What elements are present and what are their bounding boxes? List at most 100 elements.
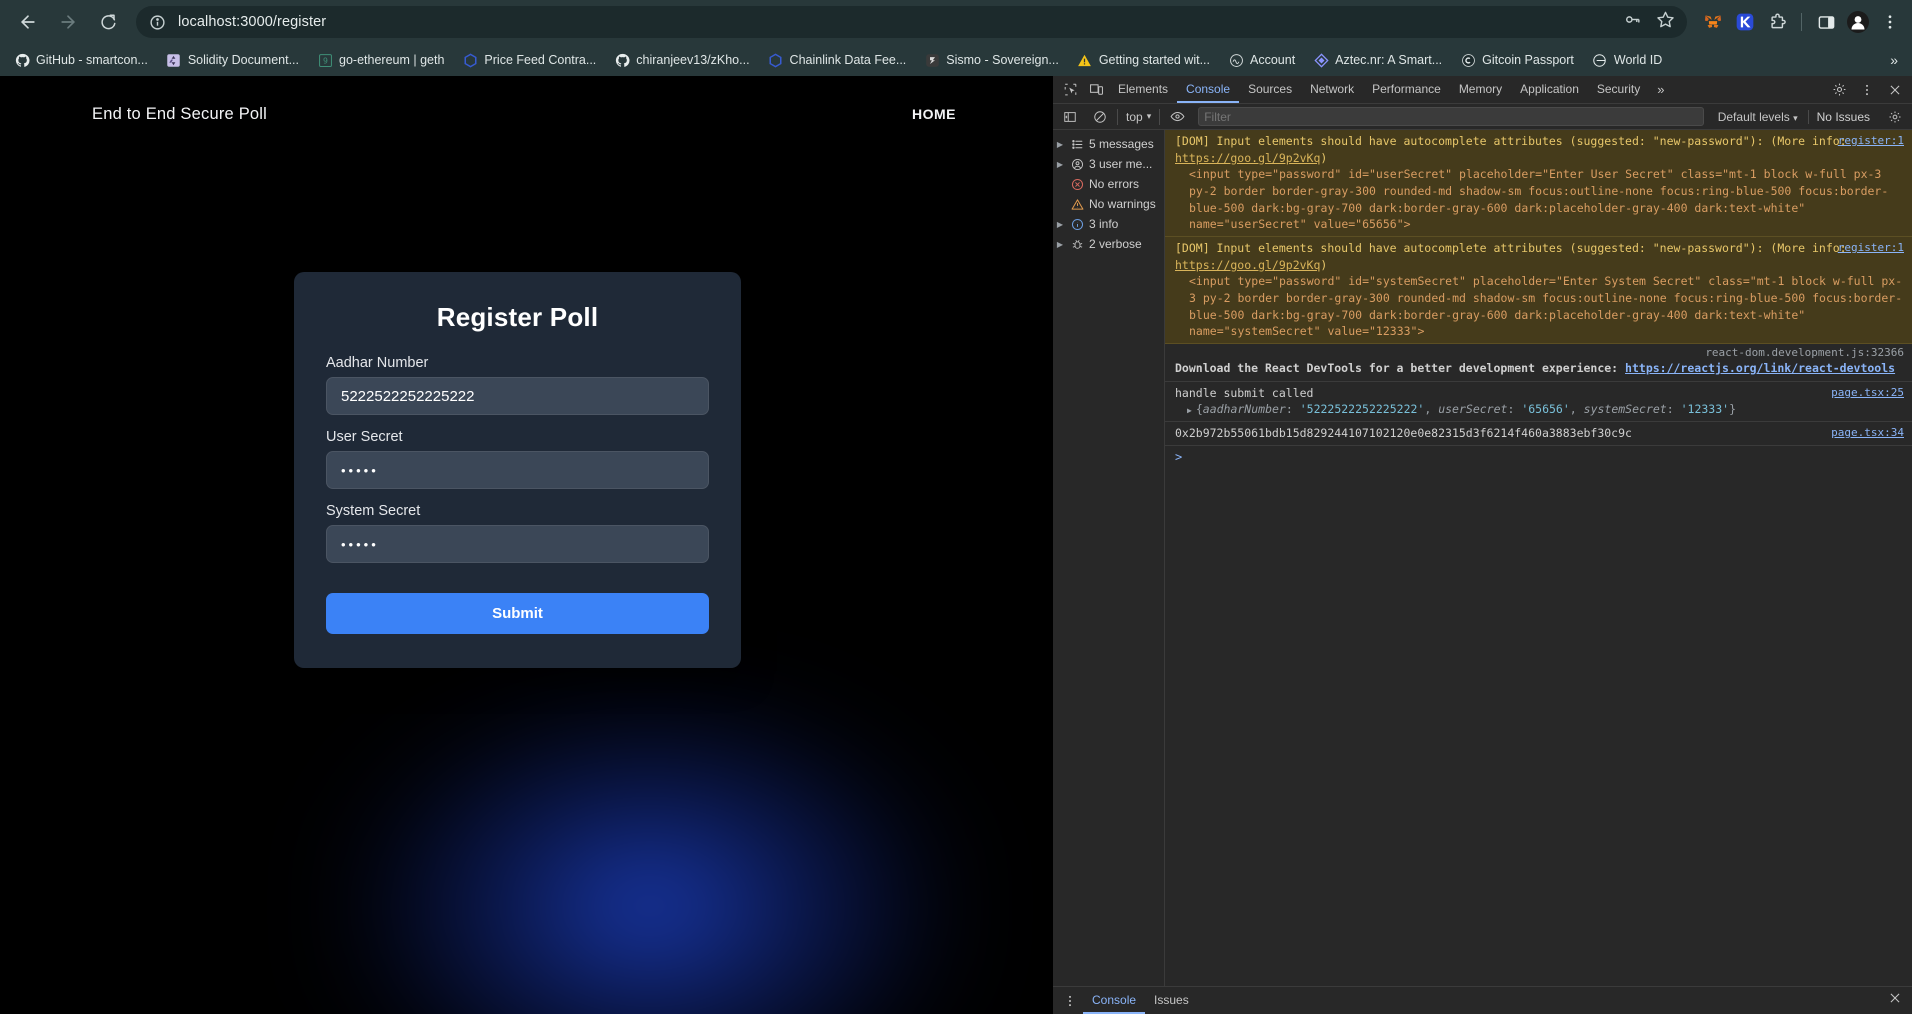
toolbar-divider [1159,108,1161,125]
console-warning-message[interactable]: register:1 [DOM] Input elements should h… [1165,237,1912,345]
console-log-message[interactable]: page.tsx:34 0x2b972b55061bdb15d829244107… [1165,422,1912,446]
bookmark-item[interactable]: Price Feed Contra... [454,49,604,71]
user-secret-input[interactable] [326,451,709,489]
error-circle-icon [1069,176,1085,192]
tab-security[interactable]: Security [1588,76,1649,103]
field-user-secret: User Secret [326,429,709,489]
kebab-menu-icon[interactable] [1057,989,1083,1013]
tab-memory[interactable]: Memory [1450,76,1511,103]
close-icon[interactable] [1882,78,1908,102]
console-info-message[interactable]: Download the React DevTools for a better… [1165,359,1912,382]
bookmark-item[interactable]: Sismo - Sovereign... [916,49,1067,71]
logged-object[interactable]: ▶ {aadharNumber: '5222522252225222', user… [1175,401,1904,418]
sidebar-label: 5 messages [1089,137,1154,151]
message-source-label: react-dom.development.js:32366 [1705,346,1904,360]
field-label-user-secret: User Secret [326,429,403,445]
side-panel-icon[interactable] [1812,8,1840,36]
clear-console-icon[interactable] [1087,105,1113,129]
bookmark-item[interactable]: World ID [1584,49,1670,71]
expand-arrow-icon[interactable]: ▶ [1055,240,1065,249]
message-source-link[interactable]: register:1 [1838,133,1904,149]
tab-console[interactable]: Console [1177,76,1239,103]
console-filter-input[interactable] [1198,107,1704,126]
expand-arrow-icon[interactable]: ▶ [1055,220,1065,229]
drawer-close-button[interactable] [1888,991,1908,1010]
console-sidebar-icon[interactable] [1057,105,1083,129]
log-text: 0x2b972b55061bdb15d829244107102120e0e823… [1175,426,1632,441]
sidebar-item-warnings[interactable]: No warnings [1053,194,1164,214]
solidity-icon [166,52,182,68]
message-source-link[interactable]: page.tsx:25 [1831,385,1904,401]
bookmark-item[interactable]: 9 go-ethereum | geth [309,49,452,71]
console-warning-message[interactable]: register:1 [DOM] Input elements should h… [1165,130,1912,238]
submit-button[interactable]: Submit [326,593,709,634]
bug-icon [1069,236,1085,252]
bookmark-item[interactable]: GitHub - smartcon... [6,49,156,71]
bookmark-item[interactable]: chiranjeev13/zKho... [606,49,757,71]
reload-button[interactable] [91,5,125,39]
execution-context-select[interactable]: top ▾ [1122,110,1155,124]
console-log-message[interactable]: page.tsx:25 handle submit called ▶ {aadha… [1165,381,1912,423]
tab-elements[interactable]: Elements [1109,76,1177,103]
bookmarks-overflow-button[interactable]: » [1884,50,1904,70]
message-source-link[interactable]: page.tsx:34 [1831,425,1904,441]
expand-arrow-icon[interactable]: ▶ [1055,140,1065,149]
chrome-menu-icon[interactable] [1876,8,1904,36]
metamask-fox-icon[interactable] [1699,8,1727,36]
profile-avatar-icon[interactable] [1844,8,1872,36]
tab-performance[interactable]: Performance [1363,76,1450,103]
drawer-tab-issues[interactable]: Issues [1145,987,1198,1014]
bookmark-item[interactable]: Chainlink Data Fee... [760,49,915,71]
kebab-menu-icon[interactable] [1854,78,1880,102]
more-info-link[interactable]: https://goo.gl/9p2vKq [1175,151,1320,165]
bookmark-item[interactable]: Getting started wit... [1069,49,1218,71]
toolbar-divider [1801,13,1802,31]
forward-button[interactable] [51,5,85,39]
console-prompt[interactable]: > [1165,446,1912,468]
aadhar-number-input[interactable] [326,377,709,415]
log-levels-select[interactable]: Default levels ▾ [1712,110,1804,124]
tab-application[interactable]: Application [1511,76,1588,103]
react-devtools-link[interactable]: https://reactjs.org/link/react-devtools [1625,361,1895,375]
field-label-aadhar: Aadhar Number [326,355,429,371]
issues-status[interactable]: No Issues [1807,109,1878,124]
password-key-icon[interactable] [1623,10,1642,34]
system-secret-input[interactable] [326,525,709,563]
nav-link-home[interactable]: HOME [912,106,956,122]
bookmark-item[interactable]: Gitcoin Passport [1452,49,1582,71]
sidebar-item-info[interactable]: ▶ 3 info [1053,214,1164,234]
expand-arrow-icon[interactable]: ▶ [1055,160,1065,169]
bookmark-item[interactable]: Aztec.nr: A Smart... [1305,49,1450,71]
device-toolbar-icon[interactable] [1083,78,1109,102]
live-expression-icon[interactable] [1164,105,1190,129]
drawer-tab-console[interactable]: Console [1083,987,1145,1014]
sidebar-item-user-messages[interactable]: ▶ 3 user me... [1053,154,1164,174]
console-message-list[interactable]: register:1 [DOM] Input elements should h… [1165,130,1912,986]
expand-arrow-icon[interactable]: ▶ [1187,406,1192,415]
settings-gear-icon[interactable] [1826,78,1852,102]
more-info-link[interactable]: https://goo.gl/9p2vKq [1175,258,1320,272]
sidebar-item-verbose[interactable]: ▶ 2 verbose [1053,234,1164,254]
bookmark-label: Solidity Document... [187,53,300,67]
keplr-icon[interactable] [1731,8,1759,36]
tab-sources[interactable]: Sources [1239,76,1301,103]
console-settings-icon[interactable] [1882,105,1908,129]
tabs-overflow-button[interactable]: » [1649,82,1672,97]
extensions-area [1693,8,1904,36]
bookmark-star-icon[interactable] [1656,10,1675,34]
sidebar-item-errors[interactable]: No errors [1053,174,1164,194]
site-info-icon[interactable] [148,13,166,31]
sidebar-item-messages[interactable]: ▶ 5 messages [1053,134,1164,154]
aztec-icon [1313,52,1329,68]
puzzle-piece-icon[interactable] [1763,8,1791,36]
back-button[interactable] [11,5,45,39]
address-bar[interactable]: localhost:3000/register [136,6,1687,38]
object-key: systemSecret [1583,402,1667,417]
back-arrow-icon [21,15,35,29]
tab-network[interactable]: Network [1301,76,1363,103]
bookmark-label: Aztec.nr: A Smart... [1335,53,1443,67]
bookmark-item[interactable]: Account [1220,49,1303,71]
message-source-link[interactable]: register:1 [1838,240,1904,256]
bookmark-item[interactable]: Solidity Document... [158,49,307,71]
inspect-element-icon[interactable] [1057,78,1083,102]
